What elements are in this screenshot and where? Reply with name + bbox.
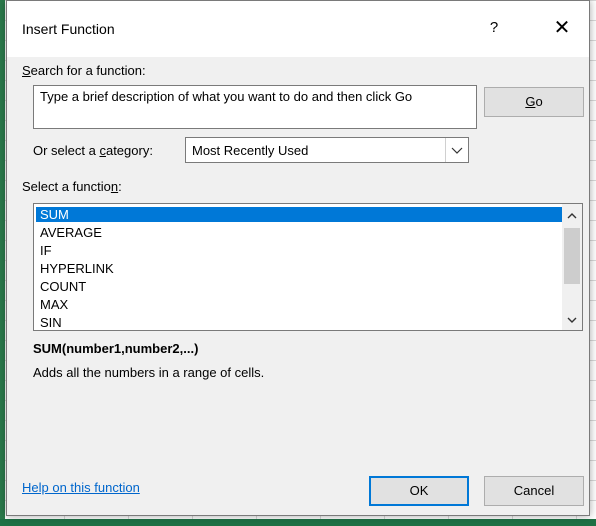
list-item-if[interactable]: IF <box>36 243 562 258</box>
list-item-sum[interactable]: SUM <box>36 207 562 222</box>
search-label: Search for a function: <box>22 63 146 78</box>
function-signature: SUM(number1,number2,...) <box>33 341 199 356</box>
list-item-hyperlink[interactable]: HYPERLINK <box>36 261 562 276</box>
chevron-up-icon[interactable] <box>562 206 582 226</box>
list-scrollbar[interactable] <box>562 204 582 330</box>
search-input[interactable]: Type a brief description of what you wan… <box>33 85 477 129</box>
category-selected-value: Most Recently Used <box>192 143 309 158</box>
category-select[interactable]: Most Recently Used <box>185 137 469 163</box>
function-description: Adds all the numbers in a range of cells… <box>33 365 265 380</box>
title-bar: Insert Function ? ✕ <box>7 1 589 57</box>
function-list-label: Select a function: <box>22 179 122 194</box>
dialog-title: Insert Function <box>22 21 115 37</box>
help-question-icon[interactable]: ? <box>479 13 509 43</box>
excel-status-strip <box>0 519 596 526</box>
chevron-down-icon[interactable] <box>445 138 468 162</box>
cancel-button[interactable]: Cancel <box>484 476 584 506</box>
ok-button[interactable]: OK <box>369 476 469 506</box>
excel-left-strip <box>0 0 5 526</box>
category-label: Or select a category: <box>33 143 153 158</box>
close-icon[interactable]: ✕ <box>547 13 577 43</box>
insert-function-dialog: Insert Function ? ✕ Search for a functio… <box>6 0 590 516</box>
list-item-sin[interactable]: SIN <box>36 315 562 330</box>
list-item-average[interactable]: AVERAGE <box>36 225 562 240</box>
function-list[interactable]: SUM AVERAGE IF HYPERLINK COUNT MAX SIN <box>33 203 583 331</box>
chevron-down-icon[interactable] <box>562 310 582 330</box>
scroll-thumb[interactable] <box>564 228 580 284</box>
list-item-max[interactable]: MAX <box>36 297 562 312</box>
list-item-count[interactable]: COUNT <box>36 279 562 294</box>
go-button[interactable]: Go <box>484 87 584 117</box>
help-link[interactable]: Help on this function <box>22 480 140 495</box>
